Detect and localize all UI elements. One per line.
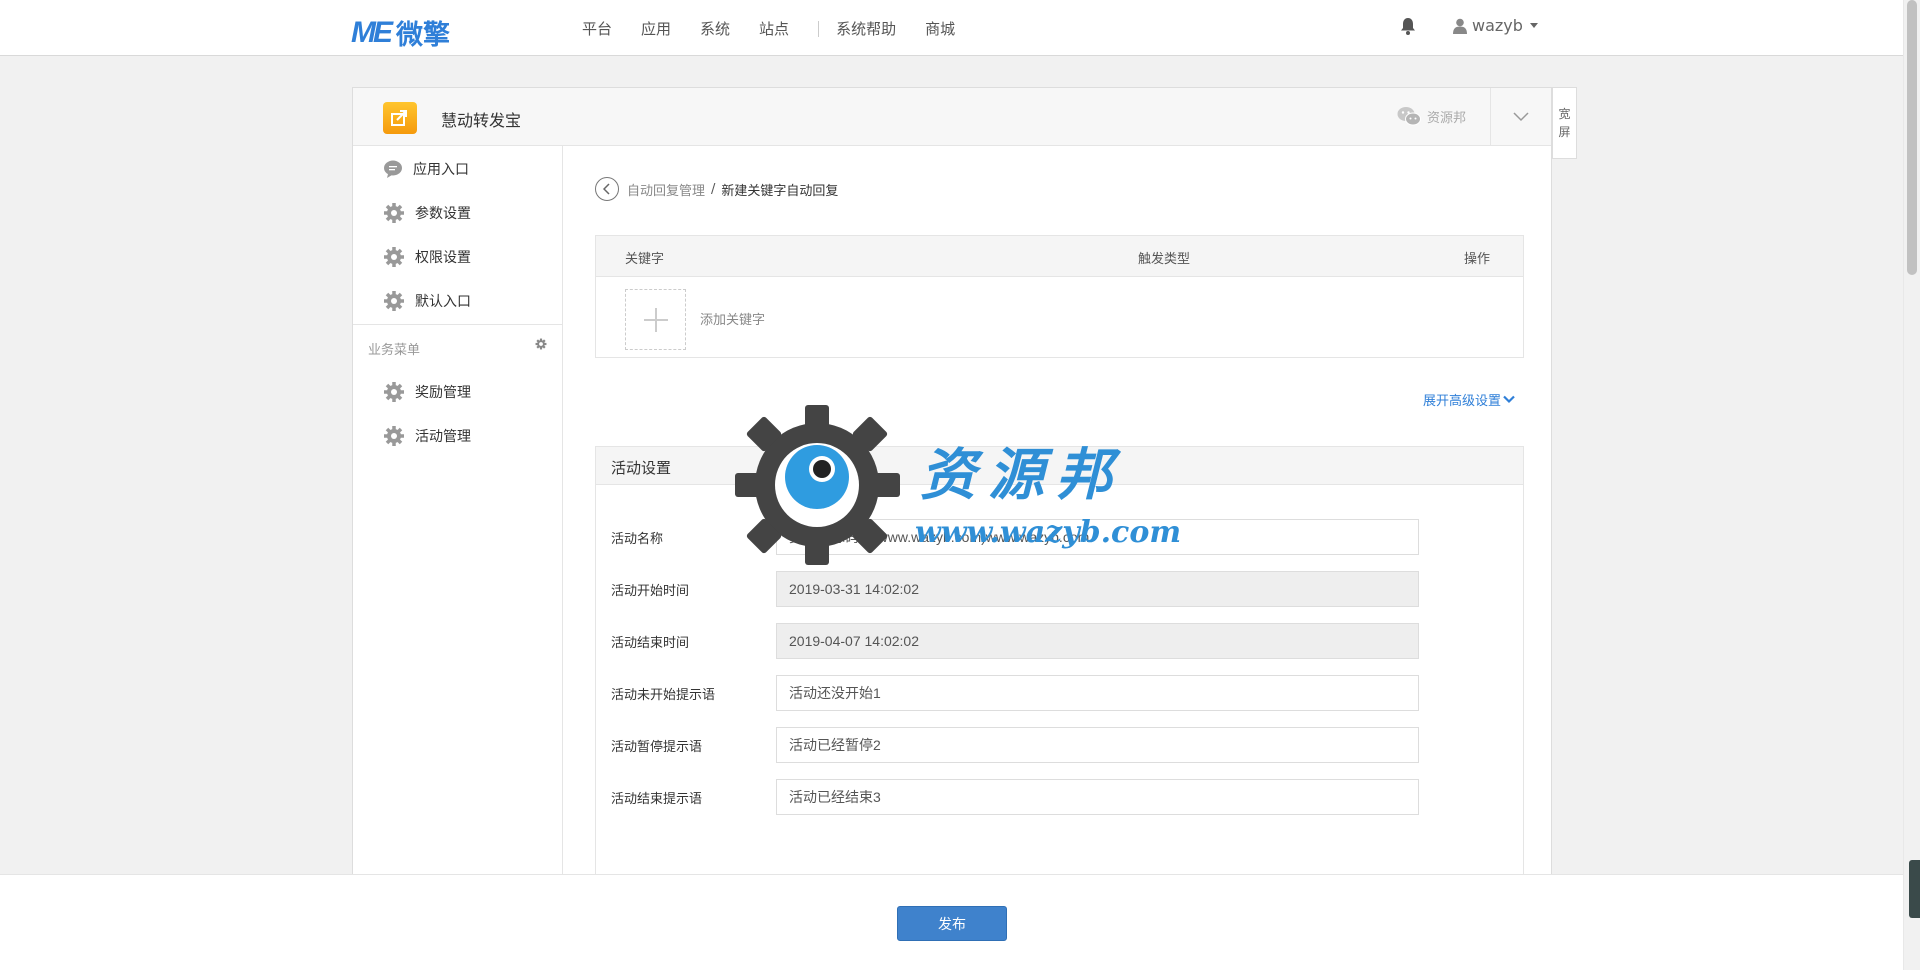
activity-settings: 活动设置 活动名称 活动开始时间 活动结束时间 活动未开始提示语 活动暂停提示语	[595, 446, 1524, 896]
user-icon	[1453, 18, 1467, 34]
back-button[interactable]	[595, 177, 619, 201]
keyword-table: 关键字 触发类型 操作 添加关键字	[595, 235, 1524, 358]
sidebar-section-title: 业务菜单	[368, 343, 421, 358]
sidebar-item-params[interactable]: 参数设置	[383, 202, 471, 224]
wide-label-2: 屏	[1558, 125, 1571, 139]
activity-name-input[interactable]	[776, 519, 1419, 555]
wechat-icon	[1397, 107, 1421, 126]
main-nav: 平台 应用 系统 站点 系统帮助 商城	[582, 18, 984, 39]
breadcrumb-separator: /	[711, 181, 716, 197]
sidebar-item-rewards[interactable]: 奖励管理	[383, 381, 471, 403]
account-switcher[interactable]: 资源邦	[1397, 106, 1466, 126]
sidebar-item-app-entry[interactable]: 应用入口	[383, 159, 469, 179]
sidebar: 应用入口 参数设置 权限设置 默认入口 业务菜单 奖励管理 活动管理	[353, 146, 563, 886]
nav-sites[interactable]: 站点	[759, 18, 789, 39]
publish-button[interactable]: 发布	[897, 906, 1007, 941]
form-row-end-time: 活动结束时间	[596, 623, 1525, 659]
sidebar-item-label: 权限设置	[415, 250, 471, 266]
end-time-input[interactable]	[776, 623, 1419, 659]
activity-name-label: 活动名称	[611, 532, 664, 547]
gear-icon[interactable]	[535, 338, 547, 350]
page-scrollbar[interactable]	[1903, 0, 1920, 970]
bell-icon[interactable]	[1399, 16, 1417, 36]
username: wazyb	[1472, 16, 1523, 35]
start-time-label: 活动开始时间	[611, 584, 690, 599]
nav-apps[interactable]: 应用	[641, 18, 671, 39]
app-title: 慧动转发宝	[441, 111, 522, 130]
scrollbar-thumb[interactable]	[1907, 0, 1917, 275]
gear-icon	[384, 426, 404, 446]
bottom-action-bar: 发布	[0, 874, 1903, 970]
breadcrumb-current: 新建关键字自动回复	[721, 183, 839, 199]
sidebar-item-label: 参数设置	[415, 206, 471, 222]
sidebar-divider	[353, 324, 562, 325]
form-row-not-started-msg: 活动未开始提示语	[596, 675, 1525, 711]
wide-label-1: 宽	[1558, 107, 1571, 121]
start-time-input[interactable]	[776, 571, 1419, 607]
side-widget-tab[interactable]	[1909, 860, 1920, 918]
form-row-activity-name: 活动名称	[596, 519, 1525, 555]
chat-bubble-icon	[384, 160, 402, 178]
keyword-table-header: 关键字 触发类型 操作	[596, 236, 1523, 277]
gear-icon	[384, 247, 404, 267]
logo[interactable]: ME 微擎	[351, 13, 450, 52]
chevron-left-icon	[603, 183, 610, 195]
gear-icon	[384, 382, 404, 402]
form-row-paused-msg: 活动暂停提示语	[596, 727, 1525, 763]
nav-store[interactable]: 商城	[925, 18, 955, 39]
not-started-msg-input[interactable]	[776, 675, 1419, 711]
sidebar-item-label: 应用入口	[413, 162, 469, 178]
sidebar-item-label: 奖励管理	[415, 385, 471, 401]
user-menu[interactable]: wazyb	[1453, 16, 1538, 35]
column-keyword: 关键字	[625, 252, 665, 267]
paused-msg-input[interactable]	[776, 727, 1419, 763]
logo-mark: ME	[351, 15, 393, 49]
chevron-down-icon	[1513, 112, 1529, 122]
nav-help[interactable]: 系统帮助	[836, 18, 896, 39]
logo-text: 微擎	[396, 20, 450, 51]
add-keyword-button[interactable]	[625, 289, 686, 350]
nav-system[interactable]: 系统	[700, 18, 730, 39]
app-share-icon	[383, 102, 417, 134]
sidebar-item-permissions[interactable]: 权限设置	[383, 246, 471, 268]
gear-icon	[384, 203, 404, 223]
main-panel: 慧动转发宝 资源邦 应用入口 参数设置 权限设置 默认入口 业务菜单 奖励管理 …	[352, 87, 1552, 896]
panel-header: 慧动转发宝 资源邦	[353, 88, 1551, 146]
paused-msg-label: 活动暂停提示语	[611, 740, 703, 755]
collapse-button[interactable]	[1490, 88, 1551, 146]
column-actions: 操作	[1464, 252, 1491, 267]
sidebar-item-label: 默认入口	[415, 294, 471, 310]
breadcrumb: 自动回复管理 / 新建关键字自动回复	[595, 177, 838, 201]
chevron-down-icon	[1503, 395, 1515, 404]
plus-icon	[643, 307, 668, 332]
nav-divider	[818, 20, 820, 37]
gear-icon	[384, 291, 404, 311]
ended-msg-input[interactable]	[776, 779, 1419, 815]
end-time-label: 活动结束时间	[611, 636, 690, 651]
caret-down-icon	[1529, 23, 1538, 28]
add-keyword-label[interactable]: 添加关键字	[700, 309, 765, 328]
column-trigger-type: 触发类型	[1138, 252, 1191, 267]
breadcrumb-parent[interactable]: 自动回复管理	[627, 180, 705, 199]
form-row-start-time: 活动开始时间	[596, 571, 1525, 607]
expand-advanced-label: 展开高级设置	[1423, 394, 1502, 409]
form-row-ended-msg: 活动结束提示语	[596, 779, 1525, 815]
wide-screen-toggle[interactable]: 宽 屏	[1552, 87, 1577, 159]
sidebar-item-label: 活动管理	[415, 429, 471, 445]
sidebar-item-default-entry[interactable]: 默认入口	[383, 290, 471, 312]
sidebar-item-activities[interactable]: 活动管理	[383, 425, 471, 447]
expand-advanced-link[interactable]: 展开高级设置	[1423, 390, 1515, 409]
not-started-msg-label: 活动未开始提示语	[611, 688, 716, 703]
nav-platform[interactable]: 平台	[582, 18, 612, 39]
top-navbar: ME 微擎 平台 应用 系统 站点 系统帮助 商城 wazyb	[0, 0, 1903, 56]
activity-settings-title: 活动设置	[596, 447, 1523, 485]
ended-msg-label: 活动结束提示语	[611, 792, 703, 807]
account-name: 资源邦	[1427, 110, 1467, 126]
